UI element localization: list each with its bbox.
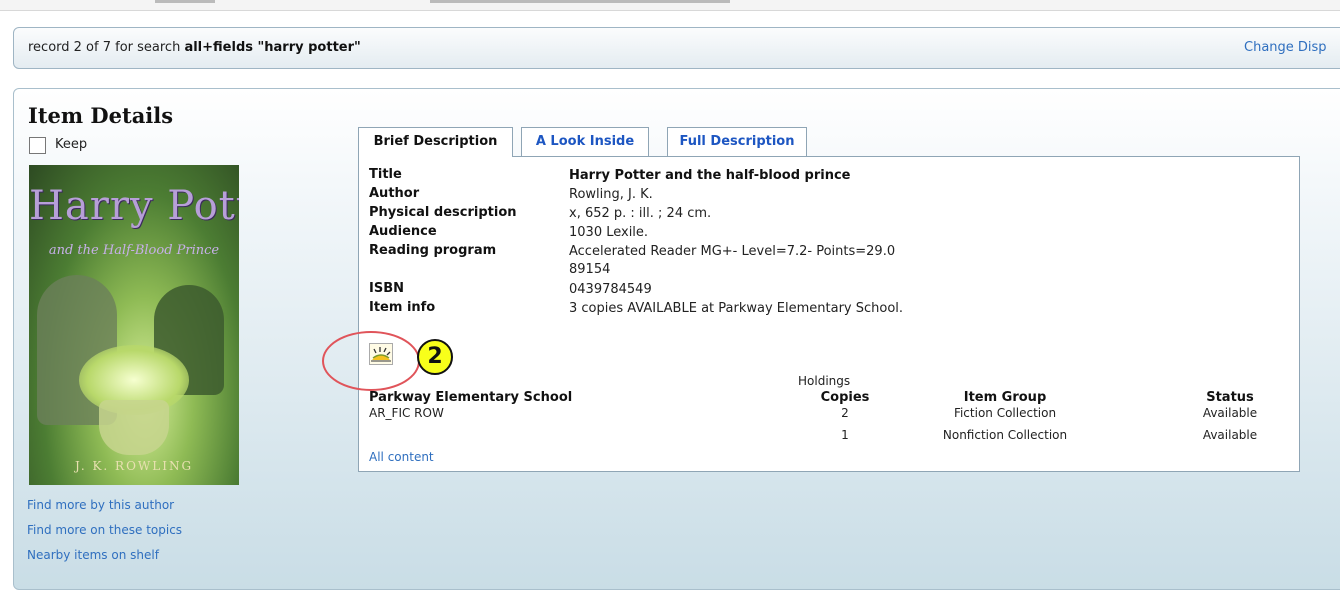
cut-text-fragment bbox=[155, 0, 215, 3]
field-label: Item info bbox=[369, 300, 436, 315]
call-number: AR_FIC ROW bbox=[369, 406, 444, 420]
reading-program-value: Accelerated Reader MG+- Level=7.2- Point… bbox=[569, 243, 895, 279]
holdings-location: Parkway Elementary School bbox=[369, 390, 573, 405]
field-label: Title bbox=[369, 167, 402, 182]
keep-label: Keep bbox=[55, 137, 88, 152]
holdings-item-group: Fiction Collection bbox=[953, 406, 1057, 420]
tab-full-description[interactable]: Full Description bbox=[667, 127, 807, 156]
isbn-value: 0439784549 bbox=[569, 282, 652, 297]
field-label: Physical description bbox=[369, 205, 517, 220]
change-display-link[interactable]: Change Disp bbox=[1244, 40, 1327, 55]
holdings-item-group: Nonfiction Collection bbox=[942, 428, 1068, 442]
cover-pensieve bbox=[99, 400, 169, 455]
holdings-copies: 1 bbox=[841, 428, 849, 442]
nearby-items-link[interactable]: Nearby items on shelf bbox=[27, 547, 182, 572]
highlight-ring bbox=[322, 331, 420, 391]
title-value: Harry Potter and the half-blood prince bbox=[569, 168, 851, 183]
item-details-heading: Item Details bbox=[28, 103, 174, 128]
holdings-copies: 2 bbox=[841, 406, 849, 420]
holdings-status: Available bbox=[1202, 428, 1258, 442]
field-label: Author bbox=[369, 186, 420, 201]
record-position-text: record 2 of 7 for search all+fields "har… bbox=[28, 40, 361, 55]
find-more-on-topics-link[interactable]: Find more on these topics bbox=[27, 522, 182, 547]
all-content-link[interactable]: All content bbox=[369, 450, 434, 464]
field-label: ISBN bbox=[369, 281, 404, 296]
reading-program-line1: Accelerated Reader MG+- Level=7.2- Point… bbox=[569, 244, 896, 259]
author-value: Rowling, J. K. bbox=[569, 187, 653, 202]
physical-description-value: x, 652 p. : ill. ; 24 cm. bbox=[569, 206, 712, 221]
audience-value: 1030 Lexile. bbox=[569, 225, 649, 240]
record-text: record 2 of 7 for search bbox=[28, 40, 185, 55]
top-strip bbox=[0, 0, 1340, 11]
holdings-header-status: Status bbox=[1206, 390, 1254, 405]
tab-brief-description[interactable]: Brief Description bbox=[358, 127, 513, 157]
tab-a-look-inside[interactable]: A Look Inside bbox=[521, 127, 649, 156]
holdings-header-item-group: Item Group bbox=[963, 390, 1047, 405]
holdings-status: Available bbox=[1202, 406, 1258, 420]
keep-checkbox[interactable] bbox=[29, 137, 46, 154]
field-label: Audience bbox=[369, 224, 437, 239]
holdings-caption: Holdings bbox=[798, 374, 851, 388]
search-terms: all+fields "harry potter" bbox=[184, 40, 361, 55]
step-number-badge: 2 bbox=[417, 339, 453, 375]
reading-program-line2: 89154 bbox=[569, 262, 611, 277]
cover-author: J. K. ROWLING bbox=[74, 459, 194, 473]
book-cover-image: Harry Potter and the Half-Blood Prince J… bbox=[29, 165, 239, 485]
cover-subtitle: and the Half-Blood Prince bbox=[48, 243, 220, 258]
field-label: Reading program bbox=[369, 243, 497, 258]
search-result-bar: record 2 of 7 for search all+fields "har… bbox=[13, 27, 1340, 69]
item-info-value: 3 copies AVAILABLE at Parkway Elementary… bbox=[569, 301, 904, 316]
cut-text-fragment bbox=[430, 0, 730, 3]
holdings-header-copies: Copies bbox=[820, 390, 870, 405]
cover-title: Harry Potter bbox=[29, 183, 239, 229]
side-links: Find more by this author Find more on th… bbox=[27, 497, 182, 572]
find-more-by-author-link[interactable]: Find more by this author bbox=[27, 497, 182, 522]
